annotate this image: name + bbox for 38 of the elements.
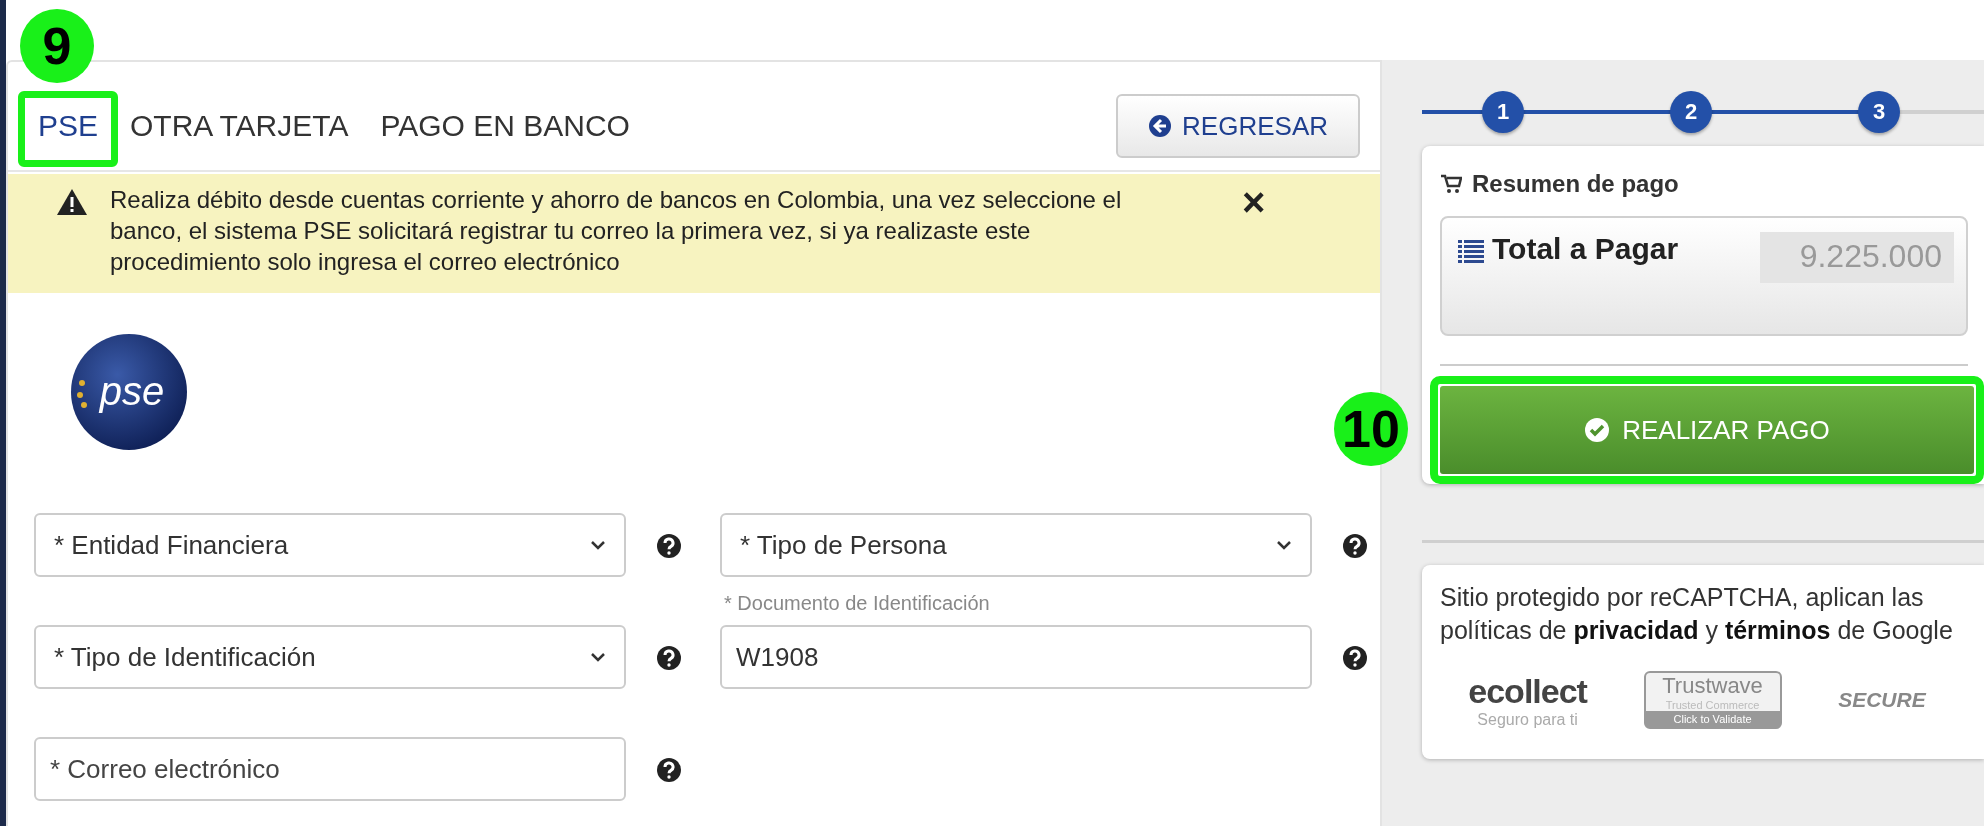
summary-title: Resumen de pago	[1472, 170, 1679, 198]
recaptcha-notice: Sitio protegido por reCAPTCHA, aplican las políticas de privacidad y términos de Google	[1440, 582, 1954, 646]
back-button[interactable]: REGRESAR	[1116, 94, 1360, 158]
alert-message: Realiza débito desde cuentas corriente y ahorro de bancos en Colombia, una vez seleccione el banco, el sistema PSE solicitará registrar tu correo la primera vez, si ya realizaste este procedimiento solo ingresa el correo electrónico	[110, 185, 1123, 277]
help-icon[interactable]	[1342, 533, 1368, 559]
select-field[interactable]: * Tipo de Persona	[720, 513, 1312, 577]
help-icon[interactable]	[656, 757, 682, 783]
step-circle: 1	[1482, 91, 1524, 133]
select-field[interactable]: * Entidad Financiera	[34, 513, 626, 577]
total-amount: 9.225.000	[1759, 232, 1954, 283]
step-circle: 3	[1858, 91, 1900, 133]
chevron-down-icon	[1276, 540, 1292, 550]
total-label: Total a Pagar	[1492, 232, 1680, 266]
field-label: * Documento de Identificación	[724, 592, 991, 615]
help-icon[interactable]	[656, 645, 682, 671]
help-icon[interactable]	[1342, 645, 1368, 671]
tab[interactable]: PSE	[22, 95, 115, 157]
warning-icon	[56, 188, 88, 216]
chevron-down-icon	[590, 540, 606, 550]
help-icon[interactable]	[656, 533, 682, 559]
tab[interactable]: OTRA TARJETA	[114, 95, 365, 157]
select-field[interactable]: * Tipo de Identificación	[34, 625, 626, 689]
input-field[interactable]: * Correo electrónico	[34, 737, 626, 801]
step-badge: 9	[20, 9, 94, 83]
list-icon	[1458, 240, 1484, 264]
check-circle-icon	[1584, 417, 1611, 443]
seal-title: ecollect	[1468, 671, 1587, 711]
seal-title: SECURE	[1838, 688, 1926, 712]
arrow-left-icon	[1148, 114, 1173, 138]
cart-icon	[1440, 174, 1462, 194]
tab[interactable]: PAGO EN BANCO	[364, 95, 646, 157]
step-badge: 10	[1334, 392, 1408, 466]
input-field[interactable]: W1908	[720, 625, 1312, 689]
close-button[interactable]: ×	[1202, 184, 1266, 220]
step-circle: 2	[1670, 91, 1712, 133]
chevron-down-icon	[590, 652, 606, 662]
seal-subtitle: Seguro para ti	[1477, 710, 1578, 729]
pse-logo: pse	[70, 333, 188, 451]
